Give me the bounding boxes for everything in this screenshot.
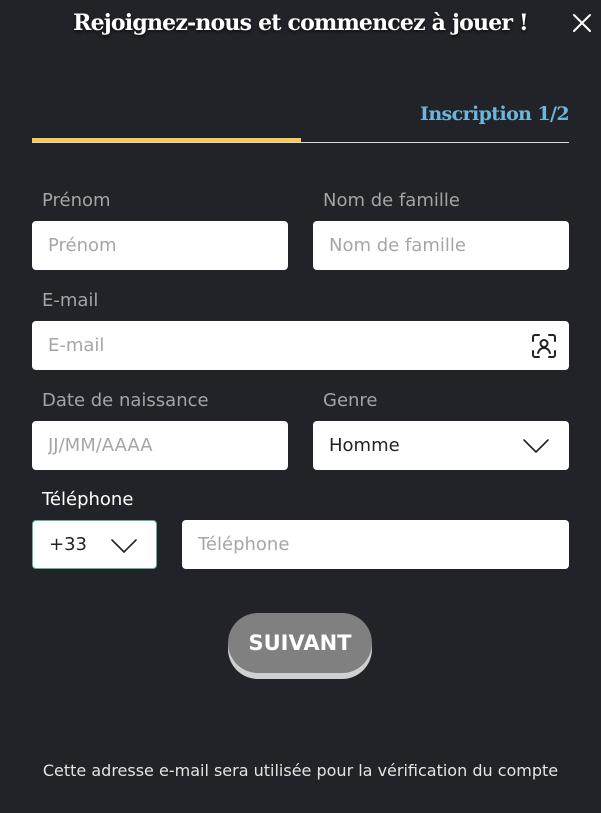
next-button[interactable]: SUIVANT (228, 613, 372, 673)
gender-select[interactable]: Homme (313, 421, 569, 470)
step-indicator: Inscription 1/2 (420, 103, 570, 125)
chevron-down-icon (523, 439, 549, 453)
last-name-input[interactable] (313, 221, 569, 270)
email-label: E-mail (42, 290, 99, 311)
modal-title: Rejoignez-nous et commencez à jouer ! (73, 10, 529, 36)
close-icon[interactable] (571, 12, 593, 34)
first-name-label: Prénom (42, 190, 111, 211)
first-name-input[interactable] (32, 221, 288, 270)
gender-label: Genre (323, 390, 378, 411)
email-input[interactable] (32, 321, 569, 370)
phone-country-code-select[interactable]: +33 (32, 520, 157, 569)
phone-country-code-value: +33 (49, 534, 87, 555)
email-verification-note: Cette adresse e-mail sera utilisée pour … (42, 761, 559, 780)
progress-track (32, 142, 569, 143)
contact-icon[interactable] (531, 333, 557, 359)
phone-label: Téléphone (42, 489, 134, 510)
gender-value: Homme (329, 435, 400, 456)
birth-date-label: Date de naissance (42, 390, 209, 411)
progress-fill (32, 138, 301, 142)
last-name-label: Nom de famille (323, 190, 460, 211)
chevron-down-icon (111, 539, 137, 553)
birth-date-input[interactable] (32, 421, 288, 470)
phone-input[interactable] (182, 520, 569, 569)
